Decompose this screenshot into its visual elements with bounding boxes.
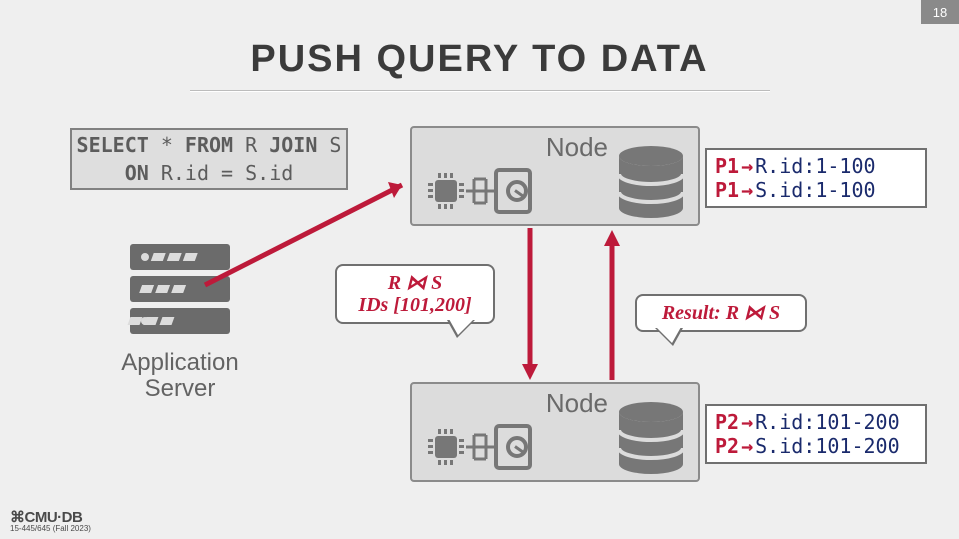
arrow-node1-to-node2 xyxy=(522,228,538,380)
node-2: Node xyxy=(410,382,700,482)
node-1-partition-info: P1→R.id:1-100 P1→S.id:1-100 xyxy=(705,148,927,208)
footer: ⌘CMU·DB 15-445/645 (Fall 2023) xyxy=(10,508,91,533)
database-icon xyxy=(616,146,686,224)
disk-icon xyxy=(494,424,532,470)
node-1: Node xyxy=(410,126,700,226)
node-1-label: Node xyxy=(546,132,608,163)
result-bubble: Result: R ⋈ S xyxy=(635,294,807,332)
bubble-line: R ⋈ S xyxy=(351,272,479,294)
node-2-label: Node xyxy=(546,388,608,419)
page-number: 18 xyxy=(921,0,959,24)
node-2-hardware xyxy=(426,424,532,470)
course-label: 15-445/645 (Fall 2023) xyxy=(10,524,91,533)
cpu-icon xyxy=(426,427,466,467)
node-2-partition-info: P2→R.id:101-200 P2→S.id:101-200 xyxy=(705,404,927,464)
disk-icon xyxy=(494,168,532,214)
sql-line-2: ON R.id = S.id xyxy=(72,159,346,187)
partition-row: P1→S.id:1-100 xyxy=(715,178,917,202)
bus-icon xyxy=(466,173,494,209)
slide-title: PUSH QUERY TO DATA xyxy=(0,38,959,81)
speech-tail-icon xyxy=(447,320,475,338)
database-icon xyxy=(616,402,686,480)
query-push-bubble: R ⋈ S IDs [101,200] xyxy=(335,264,495,324)
speech-tail-icon xyxy=(655,328,683,346)
sql-query-box: SELECT * FROM R JOIN S ON R.id = S.id xyxy=(70,128,348,190)
sql-line-1: SELECT * FROM R JOIN S xyxy=(72,131,346,159)
cpu-icon xyxy=(426,171,466,211)
partition-row: P1→R.id:1-100 xyxy=(715,154,917,178)
slide: 18 PUSH QUERY TO DATA SELECT * FROM R JO… xyxy=(0,0,959,539)
application-server: Application Server xyxy=(105,244,255,402)
bubble-line: IDs [101,200] xyxy=(351,294,479,316)
server-rack-icon xyxy=(125,244,235,339)
title-underline xyxy=(190,90,770,92)
partition-row: P2→S.id:101-200 xyxy=(715,434,917,458)
partition-row: P2→R.id:101-200 xyxy=(715,410,917,434)
bus-icon xyxy=(466,429,494,465)
arrow-node2-to-node1 xyxy=(604,230,620,380)
application-server-label: Application Server xyxy=(105,350,255,402)
node-1-hardware xyxy=(426,168,532,214)
